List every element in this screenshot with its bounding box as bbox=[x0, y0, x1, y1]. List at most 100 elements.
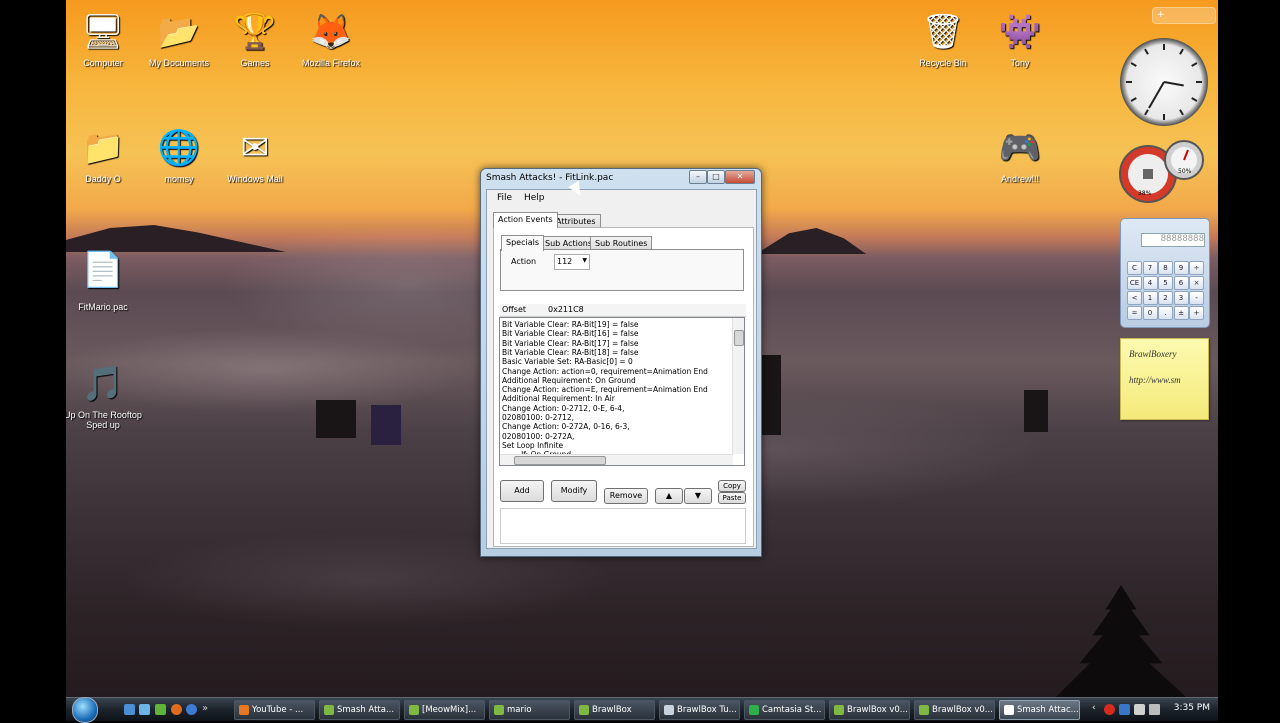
notes-gadget[interactable]: BrawlBoxery http://www.sm bbox=[1120, 338, 1209, 420]
taskbar-item[interactable]: BrawlBox bbox=[574, 700, 655, 720]
desktop-icon-windows-mail[interactable]: ✉ Windows Mail bbox=[215, 124, 295, 184]
task-label: Smash Attac... bbox=[1017, 705, 1079, 715]
event-line[interactable]: Basic Variable Set: RA-Basic[0] = 0 bbox=[502, 357, 633, 366]
event-line[interactable]: Change Action: 0-2712, 0-E, 6-4, bbox=[502, 404, 624, 413]
event-line[interactable]: Bit Variable Clear: RA-Bit[16] = false bbox=[502, 329, 638, 338]
event-list[interactable]: Bit Variable Clear: RA-Bit[19] = false Bi… bbox=[499, 317, 745, 466]
menu-file[interactable]: File bbox=[497, 193, 512, 203]
console-icon: 🎮 bbox=[998, 129, 1042, 167]
event-line[interactable]: Additional Requirement: On Ground bbox=[502, 376, 636, 385]
desktop-icon-tony[interactable]: 👾 Tony bbox=[980, 8, 1060, 68]
desktop-icon-daddy-o[interactable]: 📁 Daddy O bbox=[66, 124, 143, 184]
event-line[interactable]: 02080100: 0-2712, bbox=[502, 413, 574, 422]
maximize-button[interactable]: □ bbox=[707, 170, 725, 184]
desktop-icon-fitmario[interactable]: 📄 FitMario.pac bbox=[66, 240, 143, 312]
action-dropdown[interactable]: 112 ▼ bbox=[554, 254, 590, 270]
event-line[interactable]: Bit Variable Clear: RA-Bit[17] = false bbox=[502, 339, 638, 348]
tray-app-icon[interactable] bbox=[1104, 704, 1115, 715]
modify-button[interactable]: Modify bbox=[551, 480, 597, 502]
paste-button[interactable]: Paste bbox=[718, 492, 746, 504]
desktop-icon-recycle-bin[interactable]: 🗑 Recycle Bin bbox=[903, 8, 983, 68]
event-line[interactable]: Change Action: action=0, requirement=Ani… bbox=[502, 367, 708, 376]
event-line[interactable]: Change Action: 0-272A, 0-16, 6-3, bbox=[502, 422, 630, 431]
taskbar-item[interactable]: BrawlBox v0... bbox=[829, 700, 910, 720]
event-line[interactable]: Additional Requirement: In Air bbox=[502, 394, 615, 403]
taskbar-item[interactable]: mario bbox=[489, 700, 570, 720]
calculator-key[interactable]: . bbox=[1158, 306, 1173, 320]
tab-action-events[interactable]: Action Events bbox=[493, 212, 558, 228]
tab-specials[interactable]: Specials bbox=[501, 235, 544, 251]
move-down-button[interactable]: ▼ bbox=[684, 488, 712, 504]
taskbar-item[interactable]: Smash Attac... bbox=[999, 700, 1080, 720]
desktop-icon-games[interactable]: 🏆 Games bbox=[215, 8, 295, 68]
calculator-key[interactable]: 6 bbox=[1173, 276, 1189, 290]
calculator-key[interactable]: ± bbox=[1173, 306, 1189, 320]
calculator-key[interactable]: ÷ bbox=[1189, 261, 1204, 275]
taskbar-item[interactable]: BrawlBox Tu... bbox=[659, 700, 740, 720]
volume-icon[interactable] bbox=[1149, 704, 1160, 715]
calculator-key[interactable]: - bbox=[1189, 291, 1204, 305]
tray-app-icon[interactable] bbox=[1119, 704, 1130, 715]
copy-button[interactable]: Copy bbox=[718, 480, 746, 492]
calculator-key[interactable]: + bbox=[1189, 306, 1204, 320]
taskbar-clock[interactable]: 3:35 PM bbox=[1174, 703, 1210, 713]
desktop-icon-momsy[interactable]: 🌐 momsy bbox=[139, 124, 219, 184]
move-up-button[interactable]: ▲ bbox=[655, 488, 683, 504]
show-desktop-icon[interactable] bbox=[124, 704, 135, 715]
calculator-key[interactable]: 0 bbox=[1142, 306, 1158, 320]
calculator-key[interactable]: 1 bbox=[1142, 291, 1158, 305]
desktop-icon-label: Mozilla Firefox bbox=[301, 58, 360, 68]
vertical-scrollbar[interactable] bbox=[732, 318, 744, 454]
taskbar-item[interactable]: [MeowMix]... bbox=[404, 700, 485, 720]
desktop-icon-my-documents[interactable]: 📂 My Documents bbox=[139, 8, 219, 68]
quicklaunch-overflow-icon[interactable]: » bbox=[202, 703, 208, 714]
minimize-button[interactable]: – bbox=[689, 170, 707, 184]
task-label: BrawlBox v0... bbox=[932, 705, 993, 715]
calculator-key[interactable]: 7 bbox=[1142, 261, 1158, 275]
taskbar-item[interactable]: YouTube - ... bbox=[234, 700, 315, 720]
remove-button[interactable]: Remove bbox=[604, 488, 648, 504]
calculator-key[interactable]: × bbox=[1189, 276, 1204, 290]
event-line[interactable]: 02080100: 0-272A, bbox=[502, 432, 574, 441]
calculator-key[interactable]: C bbox=[1127, 261, 1142, 275]
desktop-icon-andrew[interactable]: 🎮 Andrew!!! bbox=[980, 124, 1060, 184]
event-line[interactable]: Bit Variable Clear: RA-Bit[19] = false bbox=[502, 320, 638, 329]
firefox-quicklaunch-icon[interactable] bbox=[171, 704, 182, 715]
horizontal-scrollbar[interactable] bbox=[500, 454, 733, 465]
calculator-key[interactable]: CE bbox=[1127, 276, 1142, 290]
taskbar-item[interactable]: BrawlBox v0... bbox=[914, 700, 995, 720]
taskbar-item[interactable]: Camtasia St... bbox=[744, 700, 825, 720]
desktop-icon-mp3[interactable]: 🎵 Up On The Rooftop Sped up bbox=[66, 360, 143, 430]
calculator-key[interactable]: = bbox=[1127, 306, 1142, 320]
cpu-percent: 38% bbox=[1138, 190, 1152, 197]
desktop-icon-computer[interactable]: 🖥 Computer bbox=[66, 8, 143, 68]
close-button[interactable]: ✕ bbox=[725, 170, 755, 184]
scroll-thumb[interactable] bbox=[734, 330, 744, 346]
desktop-icon-firefox[interactable]: 🦊 Mozilla Firefox bbox=[291, 8, 371, 68]
task-app-icon bbox=[749, 704, 759, 715]
add-button[interactable]: Add bbox=[500, 480, 544, 502]
taskbar-item[interactable]: Smash Atta... bbox=[319, 700, 400, 720]
event-line[interactable]: Change Action: action=E, requirement=Ani… bbox=[502, 385, 708, 394]
calculator-key[interactable]: 2 bbox=[1158, 291, 1173, 305]
add-gadget-icon[interactable]: + bbox=[1157, 10, 1165, 20]
start-button[interactable] bbox=[72, 697, 98, 723]
calculator-key[interactable]: 9 bbox=[1173, 261, 1189, 275]
calculator-key[interactable]: < bbox=[1127, 291, 1142, 305]
calculator-key[interactable]: 3 bbox=[1173, 291, 1189, 305]
switch-windows-icon[interactable] bbox=[139, 704, 150, 715]
scroll-thumb[interactable] bbox=[514, 456, 606, 465]
network-icon[interactable] bbox=[1134, 704, 1145, 715]
event-line[interactable]: Bit Variable Clear: RA-Bit[18] = false bbox=[502, 348, 638, 357]
quicklaunch-app-icon[interactable] bbox=[155, 704, 166, 715]
ie-quicklaunch-icon[interactable] bbox=[186, 704, 197, 715]
sidebar-controls[interactable]: + bbox=[1152, 7, 1216, 24]
desktop-icon-label: Tony bbox=[1010, 58, 1030, 68]
calculator-key[interactable]: 4 bbox=[1142, 276, 1158, 290]
event-line[interactable]: Set Loop Infinite bbox=[502, 441, 563, 450]
tray-expand-icon[interactable]: ‹ bbox=[1092, 703, 1096, 713]
chevron-down-icon: ▼ bbox=[582, 257, 587, 264]
calculator-key[interactable]: 5 bbox=[1158, 276, 1173, 290]
calculator-key[interactable]: 8 bbox=[1158, 261, 1173, 275]
menu-help[interactable]: Help bbox=[524, 193, 545, 203]
